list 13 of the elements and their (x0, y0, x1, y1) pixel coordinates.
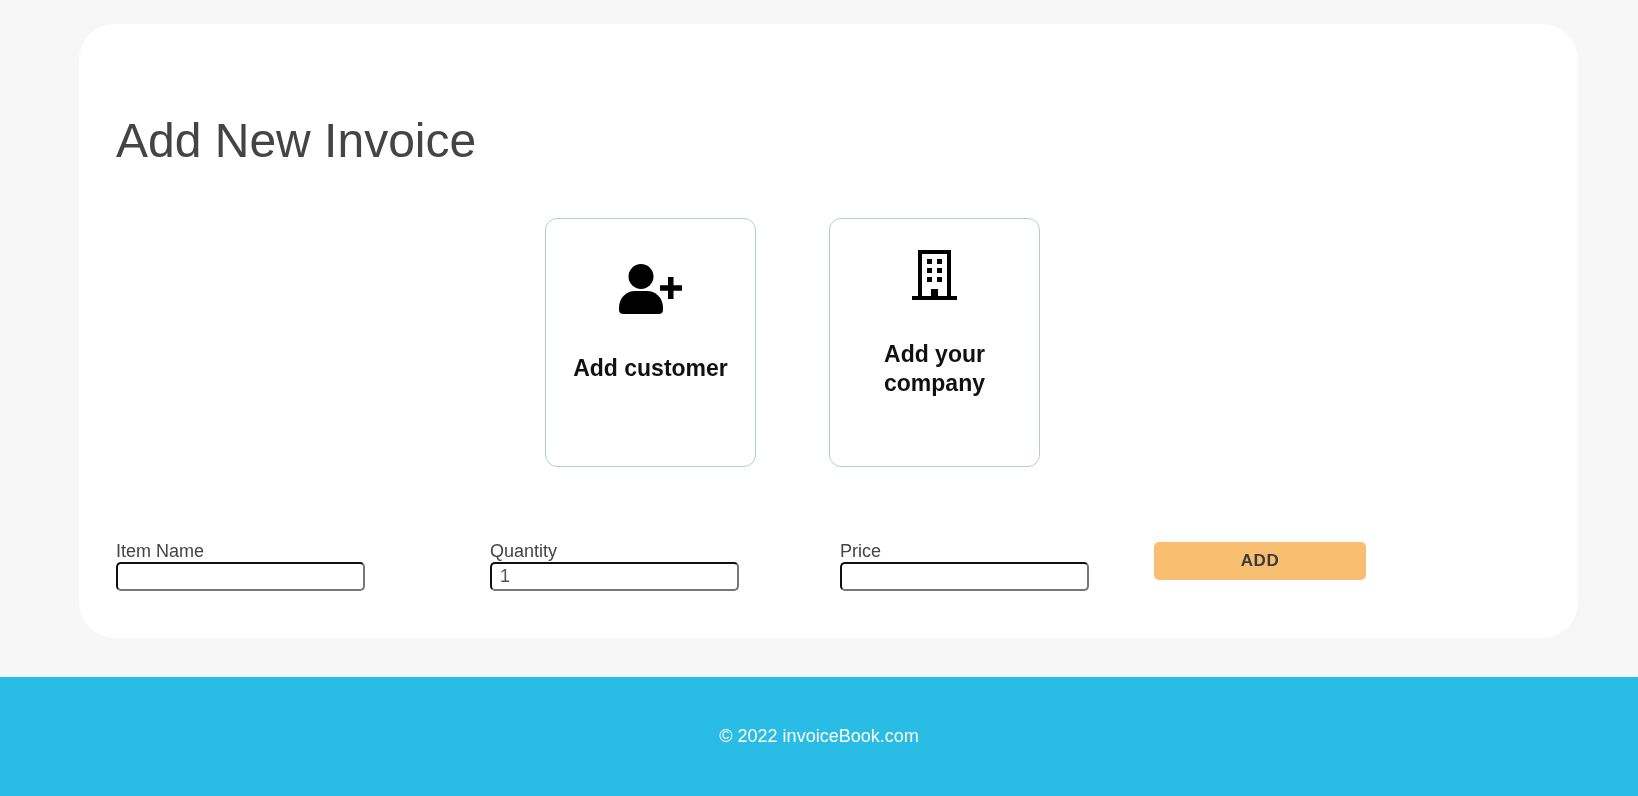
building-icon (912, 249, 957, 300)
input-field[interactable] (116, 562, 365, 591)
copyright-text: © 2022 invoiceBook.com (719, 726, 919, 747)
input-field[interactable]: 1 (490, 562, 739, 591)
field-label: Quantity (490, 540, 558, 562)
add-company-card[interactable]: Add your company (829, 218, 1040, 467)
add-button[interactable]: ADD (1154, 542, 1366, 580)
add-customer-card[interactable]: Add customer (545, 218, 756, 467)
field-label: Price (840, 540, 881, 562)
field-label: Item Name (116, 540, 205, 562)
input-field[interactable] (840, 562, 1089, 591)
page-title: Add New Invoice (116, 113, 477, 169)
add-person-icon (618, 264, 683, 314)
